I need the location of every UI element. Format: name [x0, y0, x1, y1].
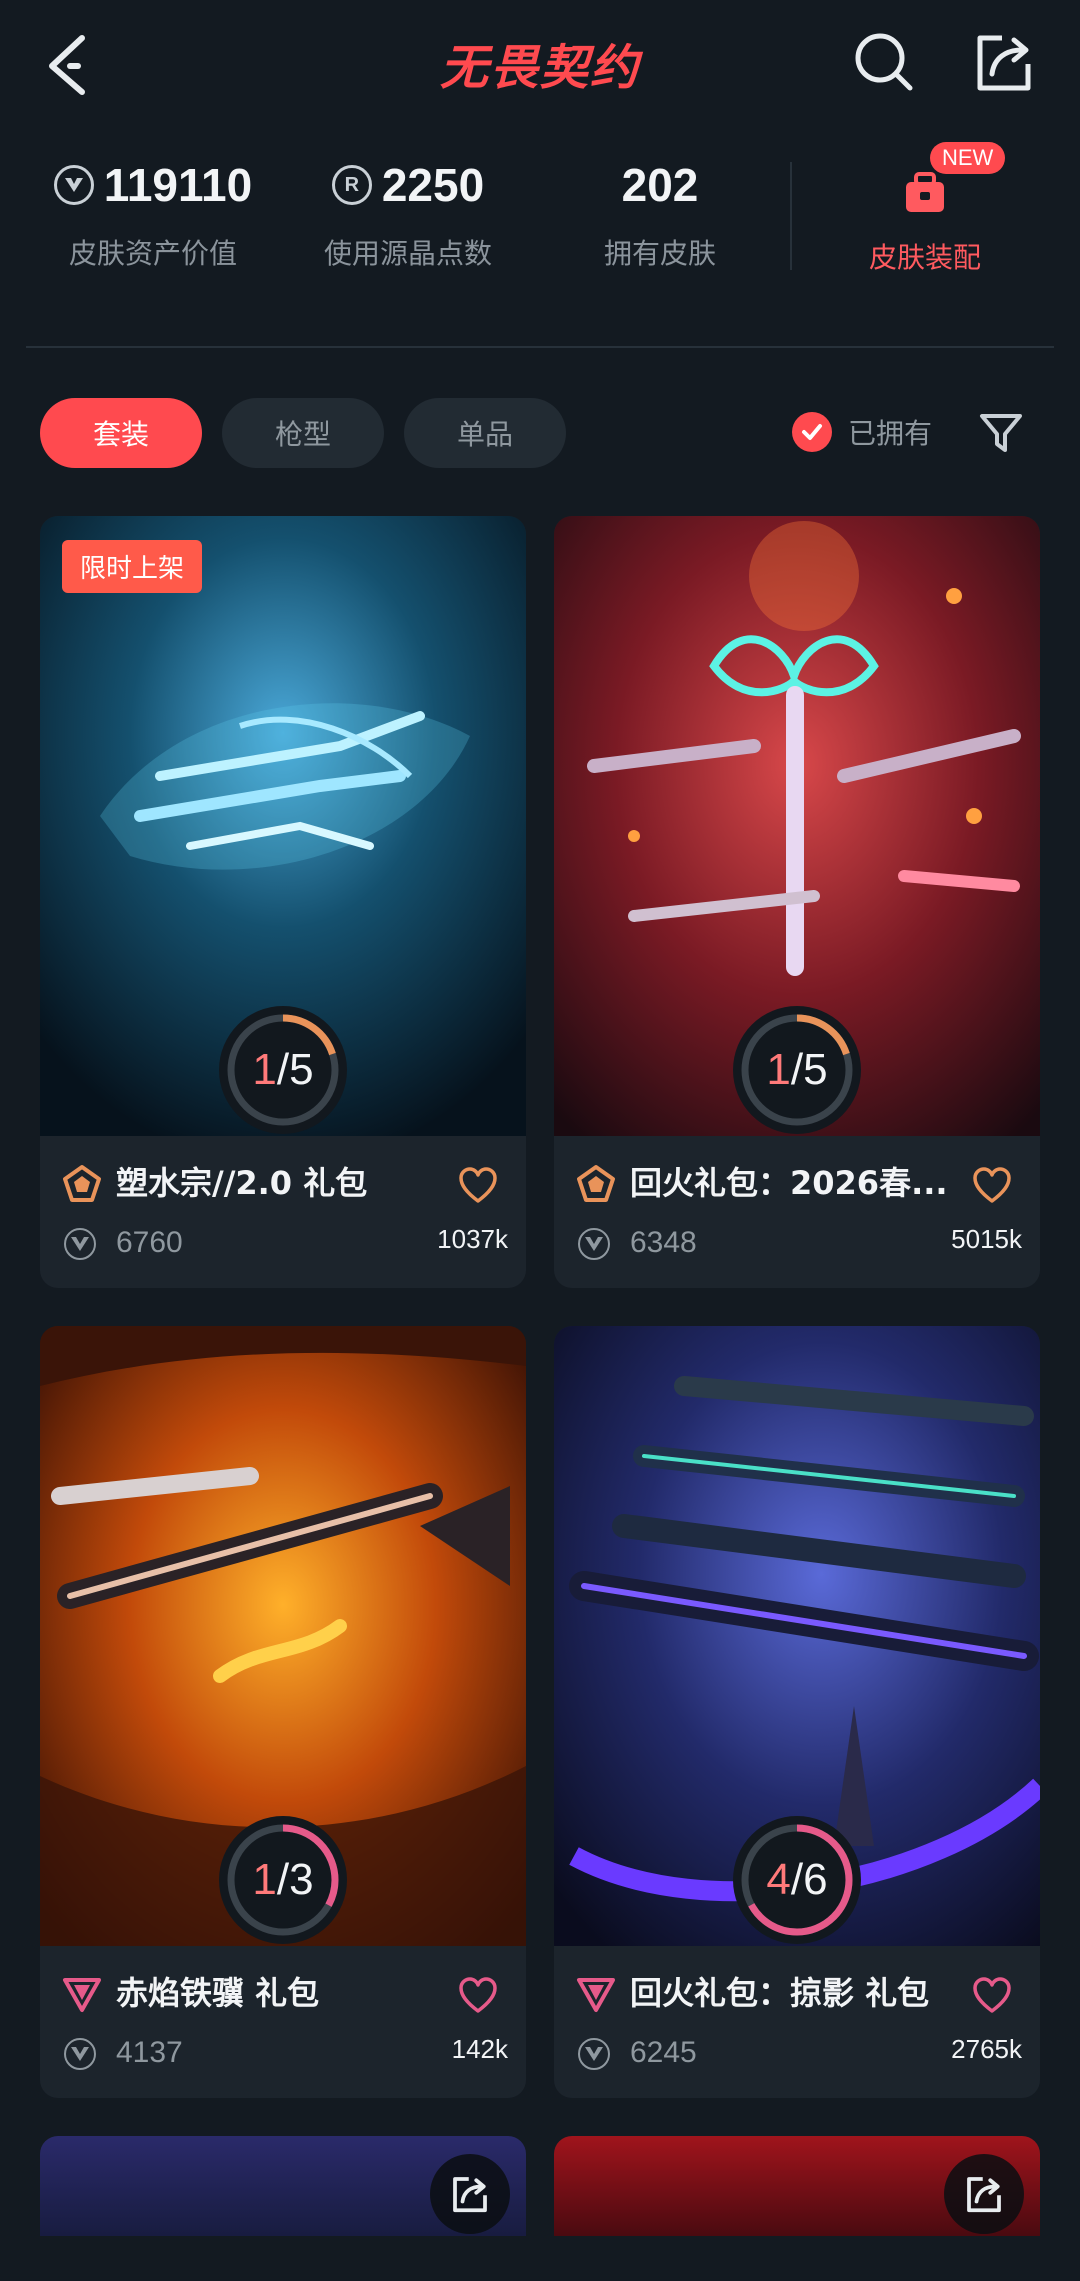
collection-progress-ring: 1/5	[731, 1004, 863, 1136]
collection-progress-ring: 4/6	[731, 1814, 863, 1946]
bundle-card[interactable]: 限时上架 1/5 塑水宗//2.0 礼包 6760 1037k	[40, 516, 526, 1288]
like-count: 2765k	[951, 2034, 1022, 2064]
bundle-card[interactable]: 4/6 回火礼包：掠影 礼包 6245 2765k	[554, 1326, 1040, 2098]
bundle-card-partial[interactable]	[40, 2136, 526, 2236]
page-title: 无畏契约	[439, 40, 640, 96]
owned-label: 已拥有	[848, 417, 933, 450]
share-icon	[977, 35, 1031, 91]
owned-count: 1	[252, 1045, 277, 1094]
bundle-price: 6348	[630, 1226, 697, 1259]
stat-radianite: R 2250 使用源晶点数	[318, 150, 498, 272]
top-bar: 无畏契约	[0, 0, 1080, 130]
owned-count: 1	[766, 1045, 791, 1094]
category-tabs: 套装 枪型 单品	[40, 398, 566, 470]
limited-tag: 限时上架	[62, 540, 203, 593]
filter-button[interactable]	[978, 410, 1024, 456]
vp-icon	[578, 1228, 610, 1260]
bundle-info: 回火礼包：2026春... 6348 5015k	[554, 1136, 1040, 1288]
search-button[interactable]	[852, 30, 916, 94]
bundle-name: 回火礼包：掠影 礼包	[630, 1974, 930, 2012]
bundle-name: 回火礼包：2026春...	[630, 1164, 948, 1202]
premium-tier-icon	[577, 1165, 615, 1202]
filter-icon	[980, 414, 1022, 452]
heart-icon[interactable]	[458, 1976, 498, 2016]
backpack-icon	[906, 172, 944, 212]
bundle-price: 6245	[630, 2036, 697, 2069]
total-count: 5	[289, 1045, 314, 1094]
bottom-edge	[0, 2236, 1080, 2281]
bundle-info: 回火礼包：掠影 礼包 6245 2765k	[554, 1946, 1040, 2098]
divider	[790, 162, 792, 270]
owned-count: 4	[766, 1855, 791, 1904]
bundle-info: 塑水宗//2.0 礼包 6760 1037k	[40, 1136, 526, 1288]
share-button[interactable]	[972, 30, 1036, 94]
bundle-card[interactable]: 1/3 赤焰铁骥 礼包 4137 142k	[40, 1326, 526, 2098]
like-count: 5015k	[951, 1224, 1022, 1254]
stat-value: 119110	[103, 159, 253, 211]
vp-icon	[53, 165, 94, 205]
vp-icon	[64, 2038, 96, 2070]
stat-asset-value: 119110 皮肤资产价值	[48, 150, 258, 272]
stat-label: 使用源晶点数	[323, 237, 492, 270]
bundle-info: 赤焰铁骥 礼包 4137 142k	[40, 1946, 526, 2098]
total-count: 3	[289, 1855, 314, 1904]
search-icon	[855, 33, 913, 91]
stat-value: 202	[621, 159, 699, 211]
stat-value: 2250	[381, 159, 485, 211]
heart-icon[interactable]	[972, 1976, 1012, 2016]
collection-progress-ring: 1/3	[217, 1814, 349, 1946]
stat-label: 皮肤资产价值	[68, 237, 237, 270]
tab-bundle[interactable]: 套装	[40, 398, 202, 468]
owned-toggle[interactable]: 已拥有	[792, 412, 932, 452]
collection-progress-ring: 1/5	[217, 1004, 349, 1136]
heart-icon[interactable]	[458, 1166, 498, 1206]
new-badge: NEW	[930, 142, 1006, 174]
bundle-price: 4137	[116, 2036, 183, 2069]
like-count: 142k	[451, 2034, 508, 2064]
bundle-price: 6760	[116, 1226, 183, 1259]
checkmark-icon	[792, 412, 832, 452]
exclusive-tier-icon	[63, 1978, 101, 2012]
stat-owned-skins: 202 拥有皮肤	[590, 150, 730, 272]
radianite-icon: R	[331, 165, 372, 205]
bundle-name: 赤焰铁骥 礼包	[116, 1974, 320, 2012]
like-count: 1037k	[437, 1224, 508, 1254]
vp-icon	[64, 1228, 96, 1260]
premium-tier-icon	[63, 1165, 101, 1202]
share-icon	[967, 2177, 1001, 2213]
share-button[interactable]	[944, 2154, 1024, 2234]
bundle-card-partial[interactable]	[554, 2136, 1040, 2236]
bundle-card[interactable]: 1/5 回火礼包：2026春... 6348 5015k	[554, 516, 1040, 1288]
owned-count: 1	[252, 1855, 277, 1904]
total-count: 6	[803, 1855, 828, 1904]
tab-single-item[interactable]: 单品	[404, 398, 566, 468]
tab-weapon-type[interactable]: 枪型	[222, 398, 384, 468]
skin-equip-label: 皮肤装配	[868, 241, 981, 274]
exclusive-tier-icon	[577, 1978, 615, 2012]
vp-icon	[578, 2038, 610, 2070]
share-button[interactable]	[430, 2154, 510, 2234]
heart-icon[interactable]	[972, 1166, 1012, 1206]
divider	[26, 346, 1054, 348]
share-icon	[453, 2177, 487, 2213]
stat-label: 拥有皮肤	[603, 237, 716, 270]
bundle-name: 塑水宗//2.0 礼包	[116, 1164, 368, 1202]
total-count: 5	[803, 1045, 828, 1094]
